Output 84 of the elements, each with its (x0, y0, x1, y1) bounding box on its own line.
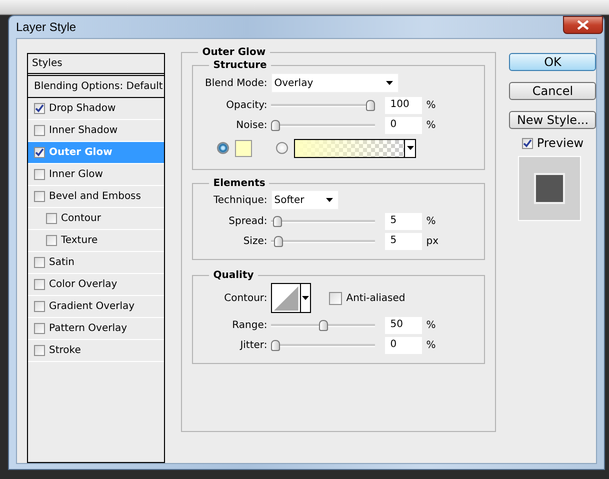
number-field[interactable]: 0 (385, 116, 422, 134)
slider-thumb[interactable] (366, 100, 376, 111)
checkbox[interactable] (34, 257, 45, 268)
checkbox[interactable] (34, 125, 45, 136)
list-item[interactable]: Stroke (28, 340, 164, 362)
checkbox[interactable] (522, 138, 533, 148)
checkbox[interactable] (329, 292, 342, 304)
unit-label: px (426, 236, 438, 246)
checkbox[interactable] (34, 279, 45, 290)
field-label: Range: (231, 320, 268, 330)
checkbox-label[interactable]: Anti-aliased (346, 292, 406, 304)
radio-button[interactable] (217, 142, 230, 154)
field-label: Size: (242, 236, 268, 246)
contour-curve-icon (272, 284, 300, 312)
slider-thumb[interactable] (271, 120, 280, 131)
list-header: Styles (28, 54, 164, 76)
preview-square (534, 173, 566, 204)
list-item[interactable]: Inner Glow (28, 164, 164, 186)
unit-label: % (426, 340, 436, 350)
slider-track[interactable] (271, 100, 376, 110)
slider-thumb[interactable] (318, 320, 328, 331)
window-title: Layer Style (16, 20, 76, 34)
dialog-button[interactable]: Cancel (509, 82, 596, 100)
group-title: Quality (212, 270, 255, 281)
field-label: Noise: (235, 120, 268, 130)
color-swatch[interactable] (235, 140, 252, 156)
list-item[interactable]: Color Overlay (28, 274, 164, 296)
caret-icon (386, 81, 394, 85)
checkbox[interactable] (34, 169, 45, 180)
unit-label: % (426, 216, 436, 226)
group-title: Outer Glow (201, 47, 267, 58)
list-item[interactable]: Bevel and Emboss (28, 186, 164, 208)
list-item[interactable]: Texture (28, 230, 164, 252)
slider-track[interactable] (271, 236, 376, 246)
group-title: Structure (212, 60, 268, 71)
unit-label: % (426, 320, 436, 330)
dialog-button[interactable]: OK (509, 53, 596, 71)
checkbox[interactable] (46, 213, 57, 224)
field-label: Jitter: (238, 340, 268, 350)
list-item[interactable]: Satin (28, 252, 164, 274)
checkbox[interactable] (34, 345, 45, 356)
checkbox[interactable] (34, 147, 45, 158)
group-title: Elements (212, 178, 266, 189)
caret-icon (406, 146, 414, 150)
checkbox-label[interactable]: Preview (536, 136, 584, 150)
slider-thumb[interactable] (274, 236, 284, 247)
list-item[interactable]: Contour (28, 208, 164, 230)
number-field[interactable]: 0 (385, 336, 422, 354)
field-label: Contour: (223, 292, 268, 304)
slider-track[interactable] (271, 216, 376, 226)
list-item[interactable]: Blending Options: Default (28, 76, 164, 98)
gradient-picker[interactable] (294, 138, 416, 158)
contour-picker[interactable] (271, 283, 312, 313)
caret-icon (326, 198, 334, 202)
checkbox[interactable] (46, 235, 57, 246)
field-label: Spread: (228, 216, 268, 226)
technique-dropdown[interactable]: Softer (271, 190, 340, 210)
field-label: Technique: (212, 194, 268, 206)
field-label: Blend Mode: (204, 78, 268, 88)
checkbox[interactable] (34, 301, 45, 312)
number-field[interactable]: 50 (385, 316, 422, 334)
number-field[interactable]: 5 (385, 232, 422, 250)
close-button[interactable] (563, 16, 603, 34)
number-field[interactable]: 5 (385, 212, 422, 230)
slider-thumb[interactable] (273, 216, 282, 227)
caret-icon (302, 296, 309, 300)
unit-label: % (426, 120, 436, 130)
checkbox[interactable] (34, 323, 45, 334)
list-item[interactable]: Gradient Overlay (28, 296, 164, 318)
field-label: Opacity: (225, 100, 268, 110)
checkbox[interactable] (34, 103, 45, 114)
unit-label: % (426, 100, 436, 110)
blend-mode-dropdown[interactable]: Overlay (271, 73, 400, 93)
slider-track[interactable] (271, 340, 376, 350)
number-field[interactable]: 100 (385, 96, 422, 114)
slider-track[interactable] (271, 120, 376, 130)
close-icon (577, 20, 589, 30)
dialog-button[interactable]: New Style... (509, 111, 596, 129)
list-item[interactable]: Pattern Overlay (28, 318, 164, 340)
slider-thumb[interactable] (271, 340, 280, 351)
list-item[interactable]: Drop Shadow (28, 98, 164, 120)
radio-button[interactable] (276, 142, 288, 154)
checkbox[interactable] (34, 191, 45, 202)
slider-track[interactable] (271, 320, 376, 330)
